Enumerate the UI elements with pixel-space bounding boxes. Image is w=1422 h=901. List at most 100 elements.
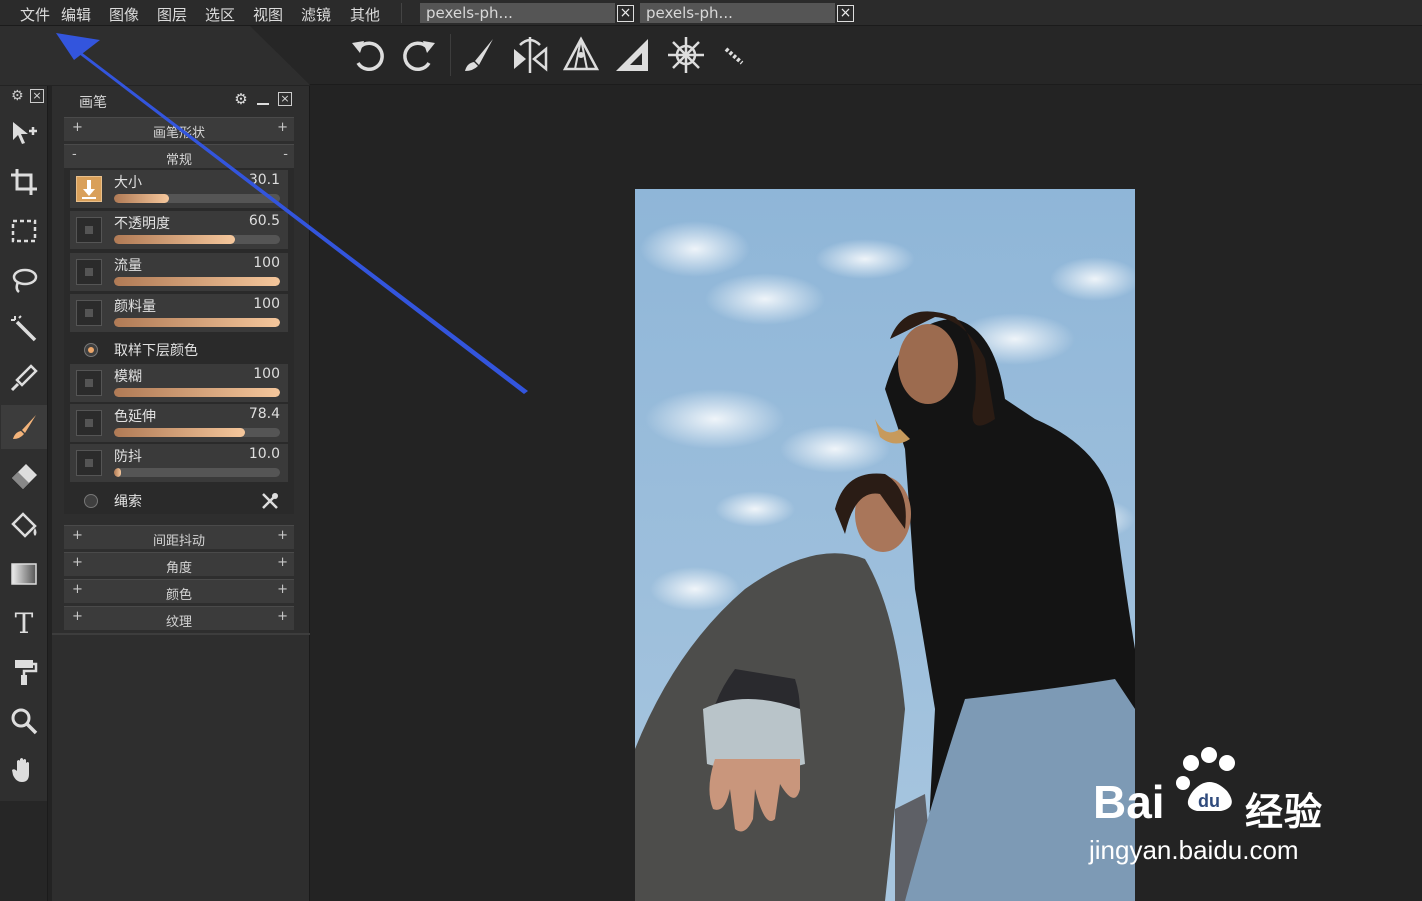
menu-view[interactable]: 视图 — [253, 4, 283, 25]
pressure-toggle[interactable] — [76, 370, 102, 396]
option-sample-below[interactable]: 取样下层颜色 — [70, 333, 288, 367]
section-toggle: + — [277, 555, 288, 570]
pressure-toggle[interactable] — [76, 259, 102, 285]
rect-select-tool[interactable] — [1, 209, 47, 253]
close-icon[interactable]: × — [278, 92, 292, 106]
text-icon: T — [14, 606, 34, 640]
document-tab-label: pexels-ph... — [646, 4, 733, 22]
mandala-icon[interactable] — [664, 32, 708, 78]
close-icon[interactable]: × — [30, 89, 44, 103]
menu-image[interactable]: 图像 — [109, 4, 139, 25]
gradient-icon — [11, 563, 37, 585]
property-value: 78.4 — [248, 406, 280, 422]
option-label: 取样下层颜色 — [114, 343, 198, 359]
section-texture[interactable]: + 纹理 + — [64, 606, 294, 630]
close-icon[interactable]: × — [617, 5, 634, 22]
menu-layer[interactable]: 图层 — [157, 4, 187, 25]
property-slider[interactable] — [114, 277, 280, 286]
property-slider[interactable] — [114, 235, 280, 244]
property-blur[interactable]: 模糊 100 — [70, 364, 288, 402]
menu-select[interactable]: 选区 — [205, 4, 235, 25]
property-stabilizer[interactable]: 防抖 10.0 — [70, 444, 288, 482]
redo-icon[interactable] — [397, 32, 441, 78]
pressure-toggle[interactable] — [76, 217, 102, 243]
document-tab-2[interactable]: pexels-ph... — [640, 3, 835, 23]
hand-tool[interactable] — [1, 748, 47, 792]
paw-icon: du — [1176, 747, 1235, 811]
brush-tool[interactable] — [1, 405, 47, 449]
property-slider[interactable] — [114, 388, 280, 397]
pressure-toggle[interactable] — [76, 410, 102, 436]
menu-filter[interactable]: 滤镜 — [301, 4, 331, 25]
property-opacity[interactable]: 不透明度 60.5 — [70, 211, 288, 249]
property-value: 30.1 — [248, 172, 280, 188]
option-radio[interactable] — [84, 343, 98, 357]
brush-icon — [13, 415, 36, 439]
section-spacing-jitter[interactable]: + 间距抖动 + — [64, 525, 294, 549]
paint-roller-tool[interactable] — [1, 650, 47, 694]
zoom-icon — [11, 708, 38, 735]
magic-wand-tool[interactable] — [1, 307, 47, 351]
property-flow[interactable]: 流量 100 — [70, 253, 288, 291]
text-tool[interactable]: T — [1, 601, 47, 645]
section-general[interactable]: - 常规 - — [64, 144, 294, 168]
gradient-tool[interactable] — [1, 552, 47, 596]
symmetry-icon[interactable] — [508, 32, 552, 78]
slider-fill — [114, 388, 280, 397]
property-slider[interactable] — [114, 468, 280, 477]
menu-other[interactable]: 其他 — [350, 4, 380, 25]
property-label: 颜料量 — [114, 299, 156, 315]
perspective-icon[interactable] — [559, 32, 603, 78]
section-color[interactable]: + 颜色 + — [64, 579, 294, 603]
document-tab-1[interactable]: pexels-ph... — [420, 3, 615, 23]
bucket-tool[interactable] — [1, 503, 47, 547]
property-label: 防抖 — [114, 449, 142, 465]
minimize-icon[interactable] — [255, 92, 271, 108]
option-radio[interactable] — [84, 494, 98, 508]
brush-icon[interactable] — [457, 32, 501, 78]
wrench-icon[interactable] — [260, 491, 280, 511]
menu-divider — [401, 3, 402, 23]
watermark-text: Bai — [1093, 776, 1165, 828]
gear-icon[interactable]: ⚙ — [233, 92, 249, 108]
property-slider[interactable] — [114, 194, 280, 203]
move-tool[interactable] — [1, 111, 47, 155]
lasso-tool[interactable] — [1, 258, 47, 302]
pressure-toggle[interactable] — [76, 300, 102, 326]
eraser-icon — [12, 464, 37, 489]
section-brush-shape[interactable]: + 画笔形状 + — [64, 117, 294, 141]
property-size[interactable]: 大小 30.1 — [70, 170, 288, 208]
line-icon[interactable] — [712, 32, 756, 78]
section-label: 纹理 — [165, 615, 192, 630]
pressure-toggle[interactable] — [76, 450, 102, 476]
eraser-tool[interactable] — [1, 454, 47, 498]
paint-roller-icon — [15, 660, 38, 685]
ruler-icon[interactable] — [610, 32, 654, 78]
document-image — [635, 189, 1135, 901]
close-icon[interactable]: × — [837, 5, 854, 22]
eyedropper-tool[interactable] — [1, 356, 47, 400]
crop-tool[interactable] — [1, 160, 47, 204]
undo-icon[interactable] — [346, 32, 390, 78]
app-window: 文件 编辑 图像 图层 选区 视图 滤镜 其他 pexels-ph... × p… — [0, 0, 1422, 901]
gear-icon[interactable]: ⚙ — [11, 88, 24, 104]
option-rope[interactable]: 绳索 — [70, 484, 288, 518]
toolbar-divider — [450, 34, 451, 76]
move-icon — [13, 122, 37, 144]
pressure-toggle[interactable] — [76, 176, 102, 202]
menu-edit[interactable]: 编辑 — [61, 4, 91, 25]
section-toggle: - — [283, 147, 288, 162]
section-toggle: + — [277, 609, 288, 624]
property-slider[interactable] — [114, 318, 280, 327]
section-angle[interactable]: + 角度 + — [64, 552, 294, 576]
toolbar-wedge — [0, 26, 310, 85]
zoom-tool[interactable] — [1, 699, 47, 743]
property-color-stretch[interactable]: 色延伸 78.4 — [70, 404, 288, 442]
brush-panel: 画笔 ⚙ × + 画笔形状 + - 常规 - 大小 30.1 不透明度 60.5… — [52, 86, 310, 901]
property-slider[interactable] — [114, 428, 280, 437]
rect-select-icon — [11, 219, 37, 243]
general-section-body: 大小 30.1 不透明度 60.5 流量 100 颜料量 100 取样下层颜色 … — [64, 168, 294, 514]
menu-file[interactable]: 文件 — [20, 4, 50, 25]
watermark-text: 经验 — [1245, 792, 1324, 834]
property-paint-amount[interactable]: 颜料量 100 — [70, 294, 288, 332]
